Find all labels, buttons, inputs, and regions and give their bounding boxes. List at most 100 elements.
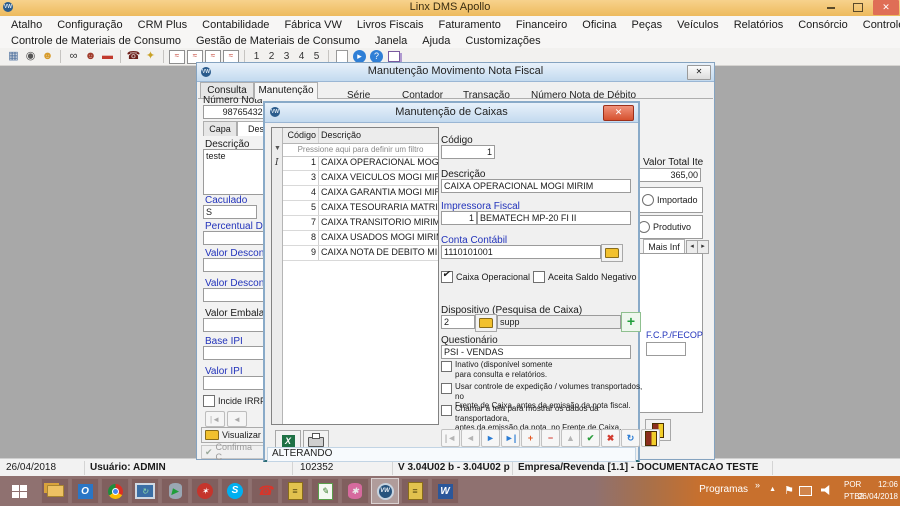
menu-item-crm-plus[interactable]: CRM Plus xyxy=(131,18,196,32)
mw-nav-first-button[interactable]: |◄ xyxy=(205,411,225,427)
field-valor-embalage-3[interactable] xyxy=(203,318,265,332)
system-restore-icon[interactable]: ↻ xyxy=(131,478,159,504)
main-window-close-button[interactable]: ✕ xyxy=(687,65,711,80)
nav-prev-button[interactable]: ◄ xyxy=(461,429,480,447)
tab-scroll-right-button[interactable]: ▸ xyxy=(697,240,709,254)
start-button[interactable] xyxy=(0,476,38,506)
car-icon[interactable]: ▬ xyxy=(99,49,116,64)
branch-icon[interactable]: ▦ xyxy=(5,49,22,64)
grid-row-8[interactable]: 8 CAIXA USADOS MOGI MIRIM xyxy=(283,231,438,246)
nav-insert-button[interactable]: + xyxy=(521,429,540,447)
database-admin-icon[interactable]: ✱ xyxy=(341,478,369,504)
conta-contabil-field[interactable]: 1110101001 xyxy=(441,245,601,259)
chart-report-1-icon[interactable]: ≈ xyxy=(169,49,185,64)
red-app-icon[interactable]: ✶ xyxy=(191,478,219,504)
menu-item-controle-de-locacoes[interactable]: Controle de Locações xyxy=(856,18,900,32)
speaker-icon[interactable] xyxy=(821,485,830,495)
importado-radio[interactable]: Importado xyxy=(642,194,698,206)
nav-edit-button[interactable]: ▲ xyxy=(561,429,580,447)
maximize-button[interactable] xyxy=(845,0,871,15)
action-center-flag-icon[interactable]: ⚑ xyxy=(784,484,794,497)
file-cabinet-icon[interactable]: ≡ xyxy=(281,478,309,504)
conta-browse-button[interactable] xyxy=(601,244,623,262)
menu-item-atalho[interactable]: Atalho xyxy=(4,18,50,32)
menu-item-veiculos[interactable]: Veículos xyxy=(670,18,727,32)
grid-row-3[interactable]: 3CAIXA VEICULOS MOGI MIRIM xyxy=(283,171,438,186)
binoculars-icon[interactable]: ∞ xyxy=(65,49,82,64)
produtivo-radio[interactable]: Produtivo xyxy=(638,221,691,233)
tab-manutencao[interactable]: Manutenção xyxy=(254,82,318,99)
column-header-codigo[interactable]: Código xyxy=(283,128,319,143)
phone-icon[interactable]: ☎ xyxy=(125,49,142,64)
grid-row-9[interactable]: 9CAIXA NOTA DE DEBITO MIRIM xyxy=(283,246,438,261)
impressora-num-field[interactable]: 1 xyxy=(441,211,477,225)
menu-item-configuracao[interactable]: Configuração xyxy=(50,18,130,32)
menu-item-oficina[interactable]: Oficina xyxy=(575,18,624,32)
nav-cancel-button[interactable]: ✖ xyxy=(601,429,620,447)
briefcase-icon[interactable]: ✦ xyxy=(142,49,159,64)
grid-filter-row[interactable]: Pressione aqui para definir um filtro xyxy=(283,143,438,157)
shortcut-1-button[interactable]: 1 xyxy=(249,51,264,62)
column-header-descricao[interactable]: Descrição xyxy=(319,128,438,143)
shortcut-3-button[interactable]: 3 xyxy=(279,51,294,62)
incide-irrf-checkbox[interactable]: Incide IRRF xyxy=(203,395,266,407)
vw-apollo-icon[interactable]: VW xyxy=(371,478,399,504)
shortcut-4-button[interactable]: 4 xyxy=(294,51,309,62)
aceita-saldo-negativo-checkbox[interactable]: Aceita Saldo Negativo xyxy=(533,271,637,283)
caixa-operacional-checkbox[interactable]: Caixa Operacional xyxy=(441,271,530,283)
field-valor-ipi-5[interactable] xyxy=(203,376,265,390)
menu-item-consorcio[interactable]: Consórcio xyxy=(791,18,856,32)
consultant-icon[interactable]: ☻ xyxy=(82,49,99,64)
add-dispositivo-button[interactable]: + xyxy=(621,312,641,332)
chevron-icon[interactable]: » xyxy=(755,480,760,490)
nav-post-button[interactable]: ✔ xyxy=(581,429,600,447)
shortcut-2-button[interactable]: 2 xyxy=(264,51,279,62)
programas-toolbar[interactable]: Programas xyxy=(699,484,748,495)
database-run-icon[interactable]: ▶ xyxy=(161,478,189,504)
word-icon[interactable]: W xyxy=(431,478,459,504)
menu-item-relatorios[interactable]: Relatórios xyxy=(727,18,792,32)
caculado-select[interactable]: S xyxy=(203,205,257,219)
clock[interactable]: 12:06 26/04/2018 xyxy=(858,479,898,503)
dialog-close-button[interactable]: ✕ xyxy=(603,105,634,121)
nav-first-button[interactable]: |◄ xyxy=(441,429,460,447)
menu-item-controle-de-materiais-de-consumo[interactable]: Controle de Materiais de Consumo xyxy=(4,34,189,48)
menu-item-pecas[interactable]: Peças xyxy=(625,18,671,32)
nav-refresh-button[interactable]: ↻ xyxy=(621,429,640,447)
window-icon[interactable] xyxy=(388,51,400,62)
show-hidden-icons-button[interactable]: ▲ xyxy=(769,486,776,493)
user-icon[interactable]: ☻ xyxy=(39,49,56,64)
file-cabinet-2-icon[interactable]: ≡ xyxy=(401,478,429,504)
grid-row-7[interactable]: 7 CAIXA TRANSITORIO MIRIM xyxy=(283,216,438,231)
menu-item-contabilidade[interactable]: Contabilidade xyxy=(195,18,277,32)
nav-next-button[interactable]: ► xyxy=(481,429,500,447)
dlg-descricao-field[interactable]: CAIXA OPERACIONAL MOGI MIRIM xyxy=(441,179,631,193)
impressora-select[interactable]: BEMATECH MP-20 FI II xyxy=(477,211,631,225)
notepad-icon[interactable]: ✎ xyxy=(311,478,339,504)
field-percentual-des-0[interactable] xyxy=(203,231,265,245)
grid-row-4[interactable]: 4CAIXA GARANTIA MOGI MIRIM xyxy=(283,186,438,201)
menu-item-customizacoes[interactable]: Customizações xyxy=(458,34,548,48)
menu-item-gestao-de-materiais-de-consumo[interactable]: Gestão de Materiais de Consumo xyxy=(189,34,368,48)
codigo-field[interactable]: 1 xyxy=(441,145,495,159)
confirma-button[interactable]: ✔ Confirma C xyxy=(201,442,265,462)
chrome-icon[interactable] xyxy=(101,478,129,504)
dialog-titlebar[interactable]: VW Manutenção de Caixas ✕ xyxy=(265,103,638,123)
shortcut-5-button[interactable]: 5 xyxy=(309,51,324,62)
grid-row-5[interactable]: 5 CAIXA TESOURARIA MATRIZ xyxy=(283,201,438,216)
visualizar-button[interactable]: Visualizar xyxy=(201,427,265,443)
minimize-button[interactable] xyxy=(818,0,844,15)
questionario-select[interactable]: PSI - VENDAS xyxy=(441,345,631,359)
descricao-textarea[interactable]: teste xyxy=(203,149,269,195)
menu-item-financeiro[interactable]: Financeiro xyxy=(509,18,575,32)
menu-item-livros-fiscais[interactable]: Livros Fiscais xyxy=(350,18,432,32)
menu-item-faturamento[interactable]: Faturamento xyxy=(432,18,509,32)
inativo-checkbox[interactable]: Inativo (disponível somente para consult… xyxy=(441,360,643,379)
menu-item-fabrica-vw[interactable]: Fábrica VW xyxy=(277,18,349,32)
network-icon[interactable] xyxy=(799,486,812,496)
field-valor-desconto-2[interactable] xyxy=(203,288,265,302)
field-base-ipi-4[interactable] xyxy=(203,346,265,360)
grid-row-1[interactable]: 1CAIXA OPERACIONAL MOGI M xyxy=(283,156,438,171)
close-button[interactable]: ✕ xyxy=(873,0,899,15)
lock-icon[interactable]: ◉ xyxy=(22,49,39,64)
